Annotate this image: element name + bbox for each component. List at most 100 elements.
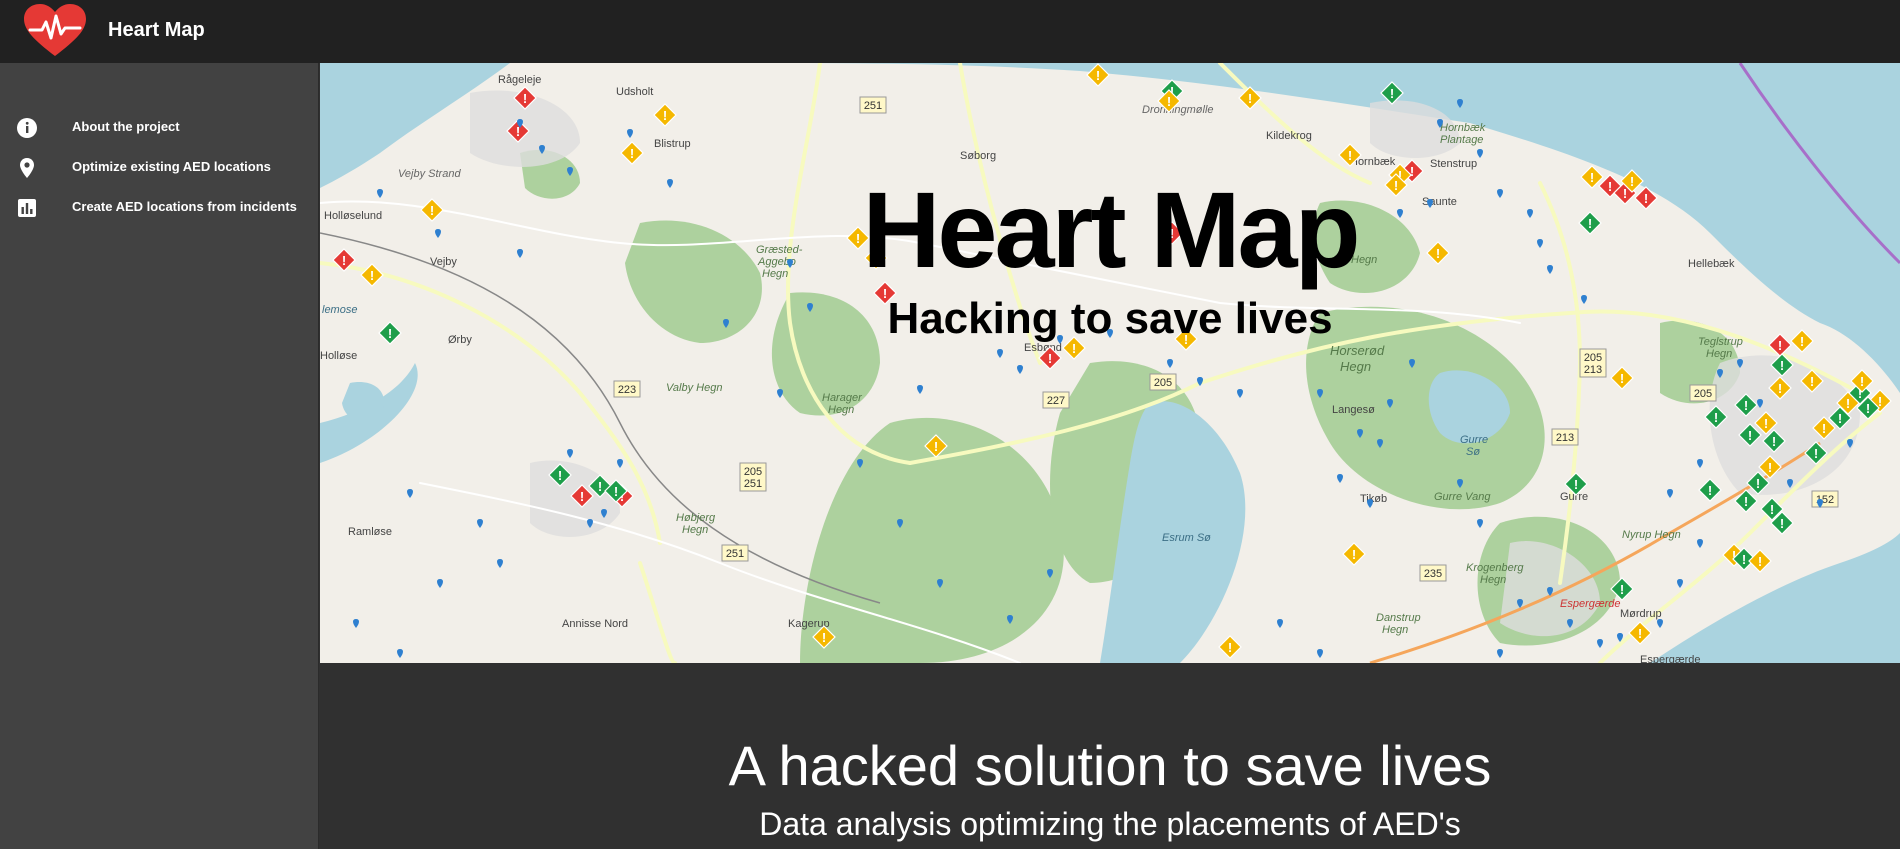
map-canvas[interactable]: 251 223 227 205 205251 251 205213 205 21… <box>320 63 1900 663</box>
incident-marker-icon[interactable]: ! <box>1748 549 1772 573</box>
svg-text:Gurre: Gurre <box>1460 434 1488 446</box>
svg-text:!: ! <box>1772 434 1776 449</box>
aed-pin-icon[interactable] <box>1667 489 1673 498</box>
aed-pin-icon[interactable] <box>397 649 403 658</box>
svg-text:!: ! <box>822 630 826 645</box>
svg-text:Annisse Nord: Annisse Nord <box>562 618 628 630</box>
svg-text:Valby Hegn: Valby Hegn <box>666 382 722 394</box>
svg-text:!: ! <box>1838 411 1842 426</box>
svg-text:205: 205 <box>1584 352 1602 364</box>
aed-pin-icon[interactable] <box>1167 359 1173 368</box>
aed-pin-icon[interactable] <box>1597 639 1603 648</box>
svg-text:251: 251 <box>864 100 882 112</box>
svg-text:Krogenberg: Krogenberg <box>1466 562 1524 574</box>
svg-text:Søborg: Søborg <box>960 150 996 162</box>
aed-pin-icon[interactable] <box>997 349 1003 358</box>
aed-pin-icon[interactable] <box>917 385 923 394</box>
aed-pin-icon[interactable] <box>1277 619 1283 628</box>
svg-text:!: ! <box>1352 547 1356 562</box>
aed-pin-icon[interactable] <box>1237 389 1243 398</box>
aed-pin-icon[interactable] <box>777 389 783 398</box>
aed-pin-icon[interactable] <box>1677 579 1683 588</box>
hero-title: Heart Map <box>862 169 1360 290</box>
svg-text:!: ! <box>580 489 584 504</box>
svg-text:Holløse: Holløse <box>320 350 357 362</box>
svg-text:!: ! <box>598 479 602 494</box>
svg-text:213: 213 <box>1584 364 1602 376</box>
incident-marker-icon[interactable]: ! <box>1610 366 1634 390</box>
svg-text:!: ! <box>1744 398 1748 413</box>
aed-pin-icon[interactable] <box>1017 365 1023 374</box>
aed-pin-icon[interactable] <box>1317 649 1323 658</box>
aed-pin-icon[interactable] <box>1697 459 1703 468</box>
svg-text:205: 205 <box>1694 388 1712 400</box>
incident-marker-icon[interactable]: ! <box>1698 478 1722 502</box>
svg-text:Plantage: Plantage <box>1440 134 1483 146</box>
aed-pin-icon[interactable] <box>567 449 573 458</box>
aed-pin-icon[interactable] <box>353 619 359 628</box>
svg-text:!: ! <box>1810 374 1814 389</box>
svg-text:Dronningmølle: Dronningmølle <box>1142 104 1214 116</box>
svg-text:Hegn: Hegn <box>1382 624 1408 636</box>
svg-text:!: ! <box>1846 396 1850 411</box>
svg-text:!: ! <box>1708 483 1712 498</box>
section-subtitle: Data analysis optimizing the placements … <box>759 806 1461 842</box>
incident-marker-icon[interactable]: ! <box>653 103 677 127</box>
incident-marker-icon[interactable]: ! <box>1342 542 1366 566</box>
svg-text:Sø: Sø <box>1466 446 1480 458</box>
svg-text:Ramløse: Ramløse <box>348 526 392 538</box>
svg-text:!: ! <box>1778 381 1782 396</box>
aed-pin-icon[interactable] <box>617 459 623 468</box>
svg-text:!: ! <box>1248 91 1252 106</box>
aed-pin-icon[interactable] <box>407 489 413 498</box>
sidebar-item-label: Create AED locations from incidents <box>72 199 297 214</box>
svg-text:Udsholt: Udsholt <box>616 86 653 98</box>
aed-pin-icon[interactable] <box>497 559 503 568</box>
svg-text:!: ! <box>1620 582 1624 597</box>
svg-text:Langesø: Langesø <box>1332 404 1375 416</box>
aed-pin-icon[interactable] <box>1477 149 1483 158</box>
map-view[interactable]: 251 223 227 205 205 251 251 205 213 205 21… <box>320 63 1900 663</box>
aed-pin-icon[interactable] <box>437 579 443 588</box>
aed-pin-icon[interactable] <box>627 129 633 138</box>
heart-pulse-icon[interactable] <box>24 4 86 58</box>
incident-marker-icon[interactable]: ! <box>620 141 644 165</box>
hero-subtitle: Hacking to save lives <box>887 294 1333 343</box>
svg-text:!: ! <box>1638 626 1642 641</box>
incident-marker-icon[interactable]: ! <box>1628 621 1652 645</box>
svg-text:Tikøb: Tikøb <box>1360 493 1387 505</box>
sidebar-item-create[interactable]: Create AED locations from incidents <box>0 187 319 227</box>
sidebar-item-about[interactable]: About the project <box>0 107 319 147</box>
svg-text:Gurre Vang: Gurre Vang <box>1434 491 1491 503</box>
svg-text:!: ! <box>523 91 527 106</box>
app-title[interactable]: Heart Map <box>108 19 205 42</box>
aed-pin-icon[interactable] <box>1697 539 1703 548</box>
aed-pin-icon[interactable] <box>1477 519 1483 528</box>
svg-text:!: ! <box>1742 552 1746 567</box>
svg-text:251: 251 <box>726 548 744 560</box>
bar-chart-icon <box>18 199 36 217</box>
svg-text:Hegn: Hegn <box>1706 348 1732 360</box>
svg-text:Hegn: Hegn <box>682 524 708 536</box>
aed-pin-icon[interactable] <box>1497 649 1503 658</box>
svg-text:!: ! <box>1620 371 1624 386</box>
svg-text:Høbjerg: Høbjerg <box>676 512 716 524</box>
svg-text:Espergærde: Espergærde <box>1560 598 1621 610</box>
aed-pin-icon[interactable] <box>1367 499 1373 508</box>
svg-text:Espergærde: Espergærde <box>1640 654 1701 663</box>
svg-text:Harager: Harager <box>822 392 863 404</box>
svg-text:Kildekrog: Kildekrog <box>1266 130 1312 142</box>
aed-pin-icon[interactable] <box>477 519 483 528</box>
intro-section: A hacked solution to save lives Data ana… <box>320 663 1900 849</box>
svg-text:Nyrup Hegn: Nyrup Hegn <box>1622 529 1681 541</box>
svg-text:!: ! <box>1814 446 1818 461</box>
svg-text:!: ! <box>1748 428 1752 443</box>
sidebar-item-optimize[interactable]: Optimize existing AED locations <box>0 147 319 187</box>
svg-text:!: ! <box>1780 516 1784 531</box>
svg-text:!: ! <box>663 108 667 123</box>
svg-text:Blistrup: Blistrup <box>654 138 691 150</box>
svg-text:Hegn: Hegn <box>1480 574 1506 586</box>
aed-pin-icon[interactable] <box>1337 474 1343 483</box>
incident-marker-icon[interactable]: ! <box>1218 635 1242 659</box>
aed-pin-icon[interactable] <box>1657 619 1663 628</box>
